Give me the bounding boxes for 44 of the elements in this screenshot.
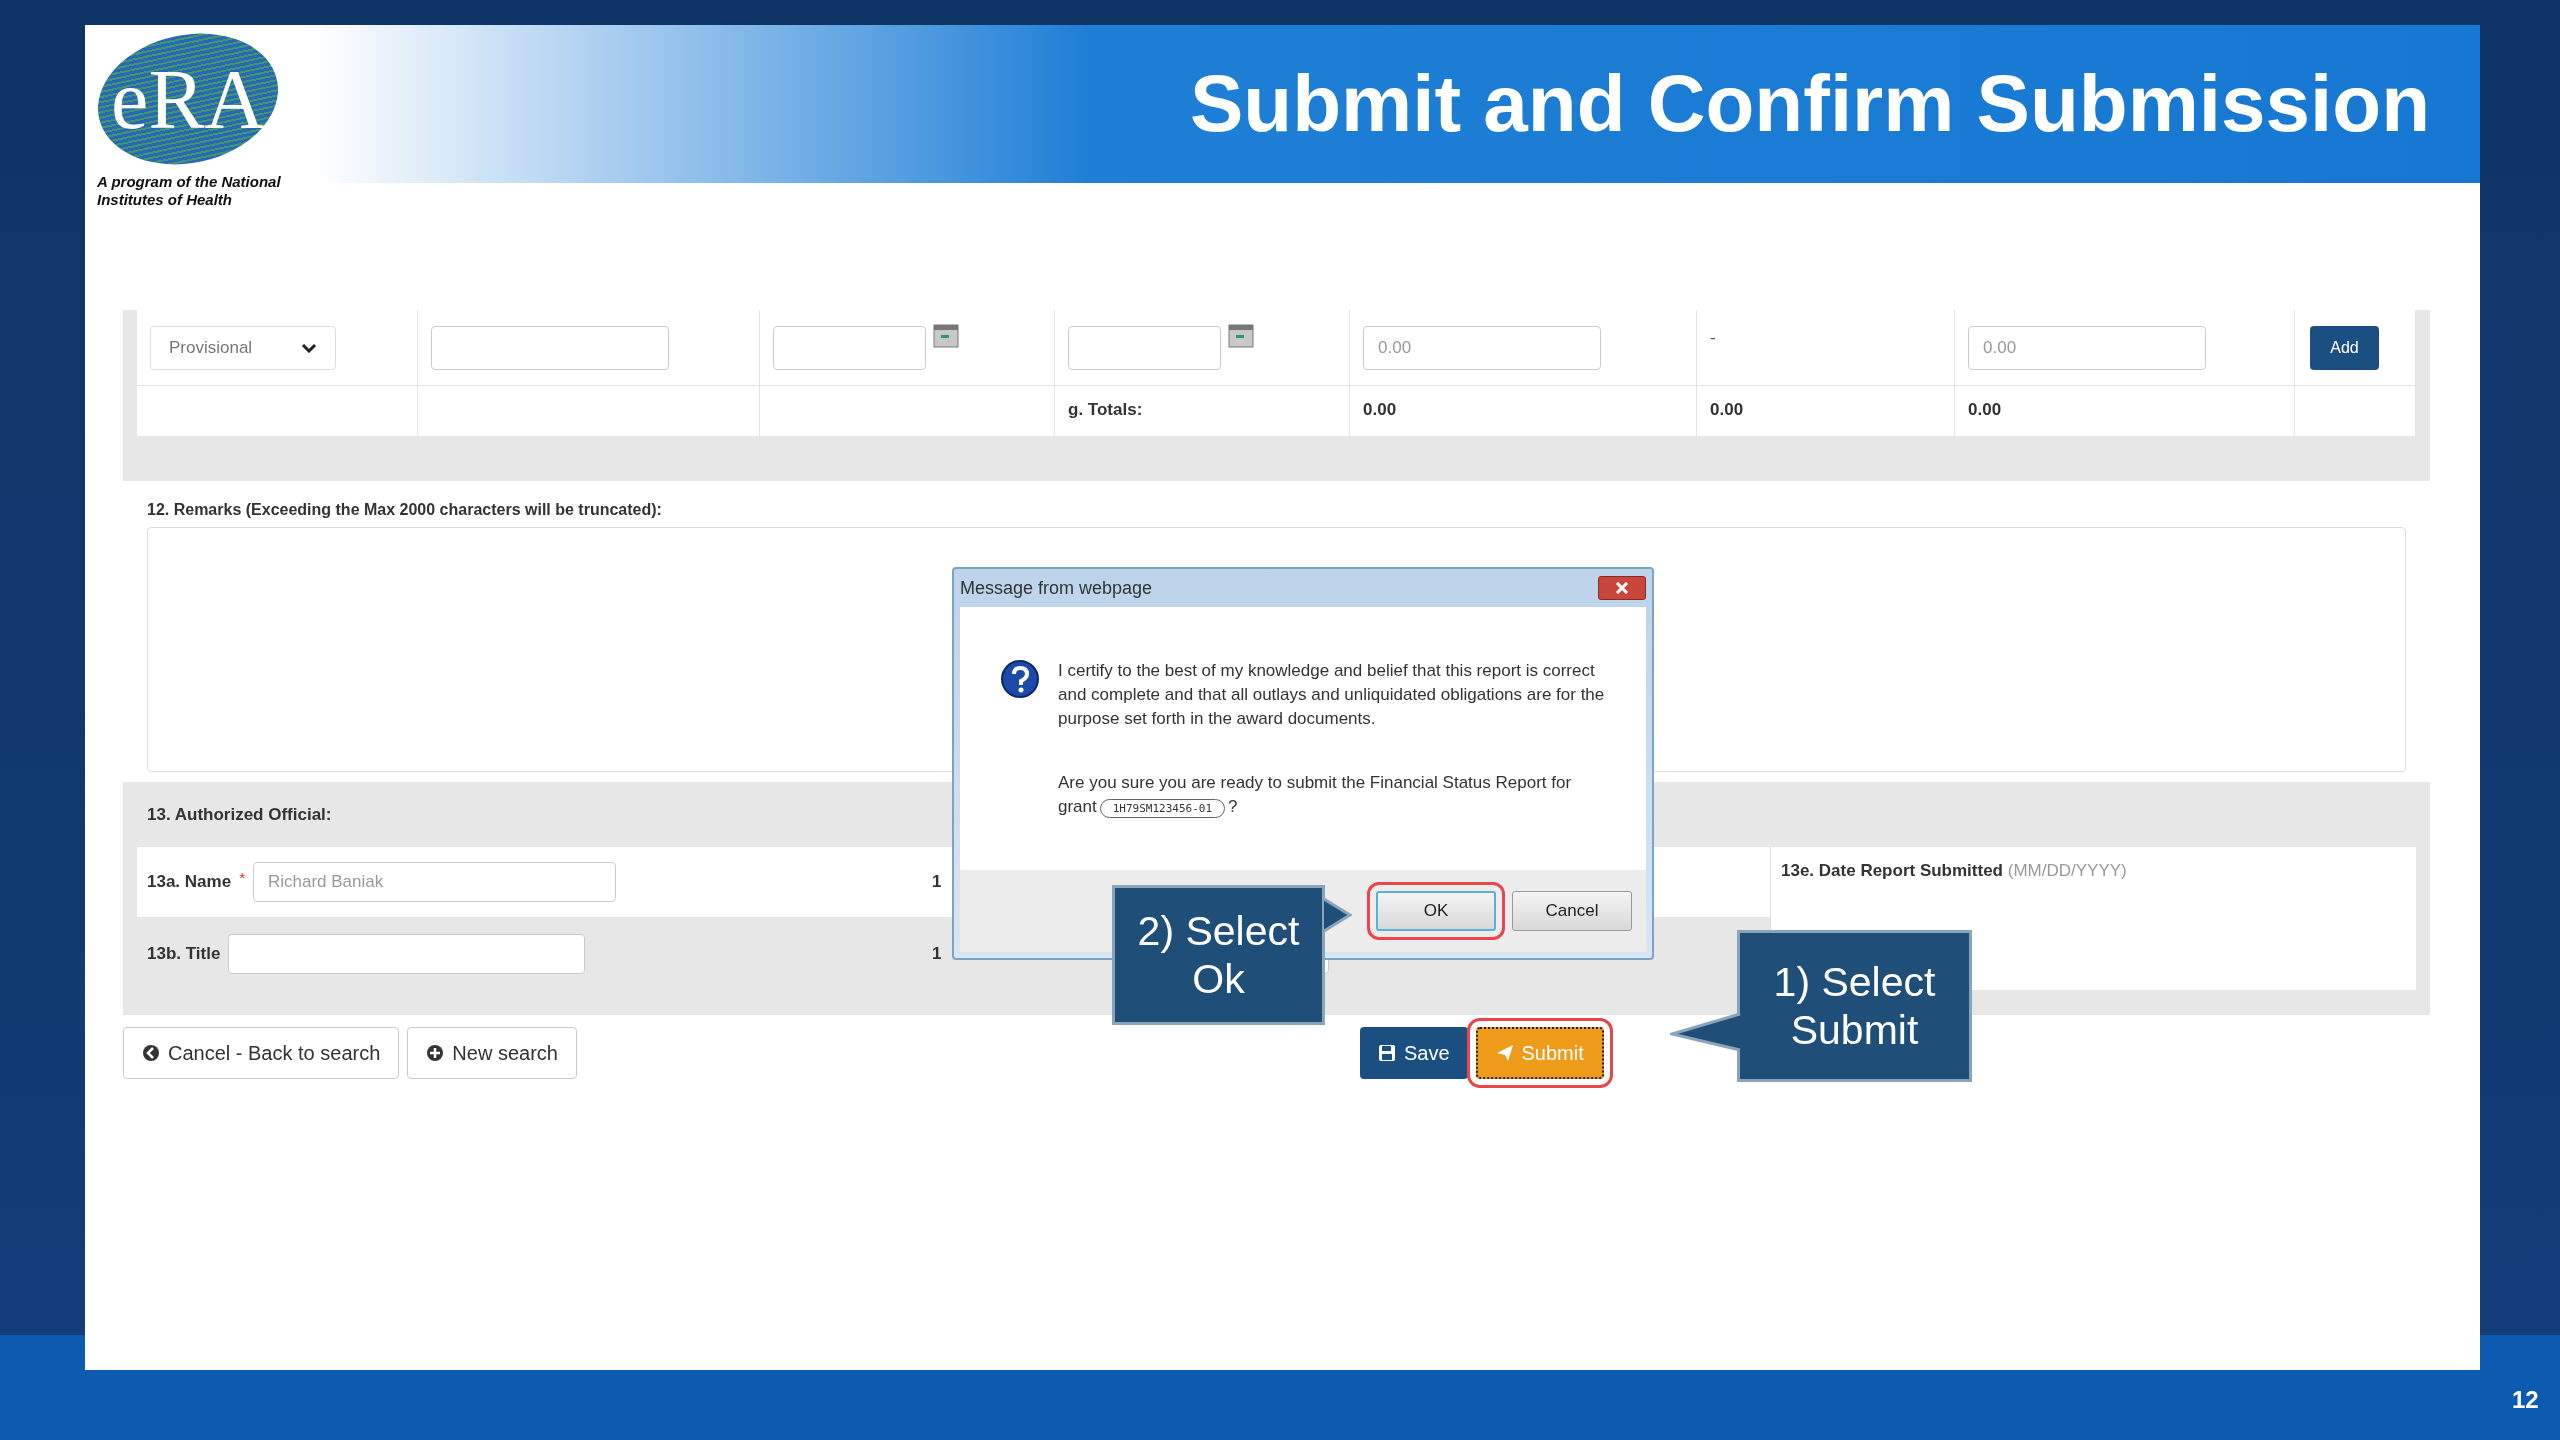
callout: 1) Select Submit bbox=[1737, 930, 1972, 1082]
totals-label: g. Totals: bbox=[1068, 400, 1143, 420]
callout: 2) Select Ok bbox=[1112, 885, 1325, 1025]
field-label: 13b. Title bbox=[147, 943, 221, 964]
input-field[interactable]: 0.00 bbox=[1363, 325, 1601, 370]
save-button[interactable]: Save bbox=[1359, 1027, 1468, 1079]
dialog-question: Are you sure you are ready to submit the Financial Status Report for grant 1H79SM123456-01 ? bbox=[1058, 772, 1573, 820]
input-field[interactable] bbox=[431, 325, 669, 370]
new-button[interactable]: New search bbox=[407, 1027, 577, 1079]
required-mark: * bbox=[239, 869, 245, 886]
date-field[interactable] bbox=[1068, 325, 1221, 370]
slide-number: 12 bbox=[2512, 1386, 2539, 1414]
calendar-icon[interactable] bbox=[1228, 324, 1254, 348]
field-label: 1 bbox=[932, 943, 942, 964]
title-field[interactable] bbox=[228, 933, 586, 974]
dialog-button[interactable]: Cancel bbox=[1512, 891, 1632, 931]
callout-pointer bbox=[1670, 1012, 1742, 1052]
total-value: 0.00 bbox=[1968, 400, 2002, 420]
question-icon bbox=[1000, 659, 1040, 699]
arrow-circle-icon bbox=[142, 1044, 160, 1062]
field-label: 13e. Date Report Submitted (MM/DD/YYYY) bbox=[1781, 861, 2127, 881]
paper-plane-icon bbox=[1495, 1044, 1514, 1062]
section-heading: 13. Authorized Official: bbox=[147, 804, 332, 825]
status-dropdown[interactable]: Provisional bbox=[150, 325, 336, 370]
table-cell: - bbox=[1710, 328, 1716, 348]
add-button[interactable]: Add bbox=[2310, 325, 2379, 370]
input-field[interactable]: 0.00 bbox=[1968, 325, 2206, 370]
date-field[interactable] bbox=[773, 325, 926, 370]
close-icon bbox=[1615, 582, 1629, 594]
field-label: 1 bbox=[932, 872, 942, 892]
plus-circle-icon bbox=[426, 1044, 445, 1062]
dialog-message: I certify to the best of my knowledge and belief that this report is correct and complete and that all outlays and unliquidated obligations are for the purpose set forth in the award documents. bbox=[1058, 660, 1606, 730]
close-button[interactable] bbox=[1598, 576, 1646, 600]
callout-pointer bbox=[1322, 897, 1352, 933]
total-value: 0.00 bbox=[1710, 400, 1744, 420]
calendar-icon[interactable] bbox=[933, 324, 959, 348]
name-field[interactable]: Richard Baniak bbox=[252, 862, 616, 902]
chevron-down-icon bbox=[301, 342, 317, 353]
field-label: 13a. Name bbox=[147, 872, 232, 892]
dialog-title: Message from webpage bbox=[960, 577, 1153, 599]
back-button[interactable]: Cancel - Back to search bbox=[123, 1027, 400, 1079]
total-value: 0.00 bbox=[1363, 400, 1397, 420]
remarks-label: 12. Remarks (Exceeding the Max 2000 characters will be truncated): bbox=[147, 501, 663, 519]
slide-title: Submit and Confirm Submission bbox=[1189, 58, 2430, 150]
